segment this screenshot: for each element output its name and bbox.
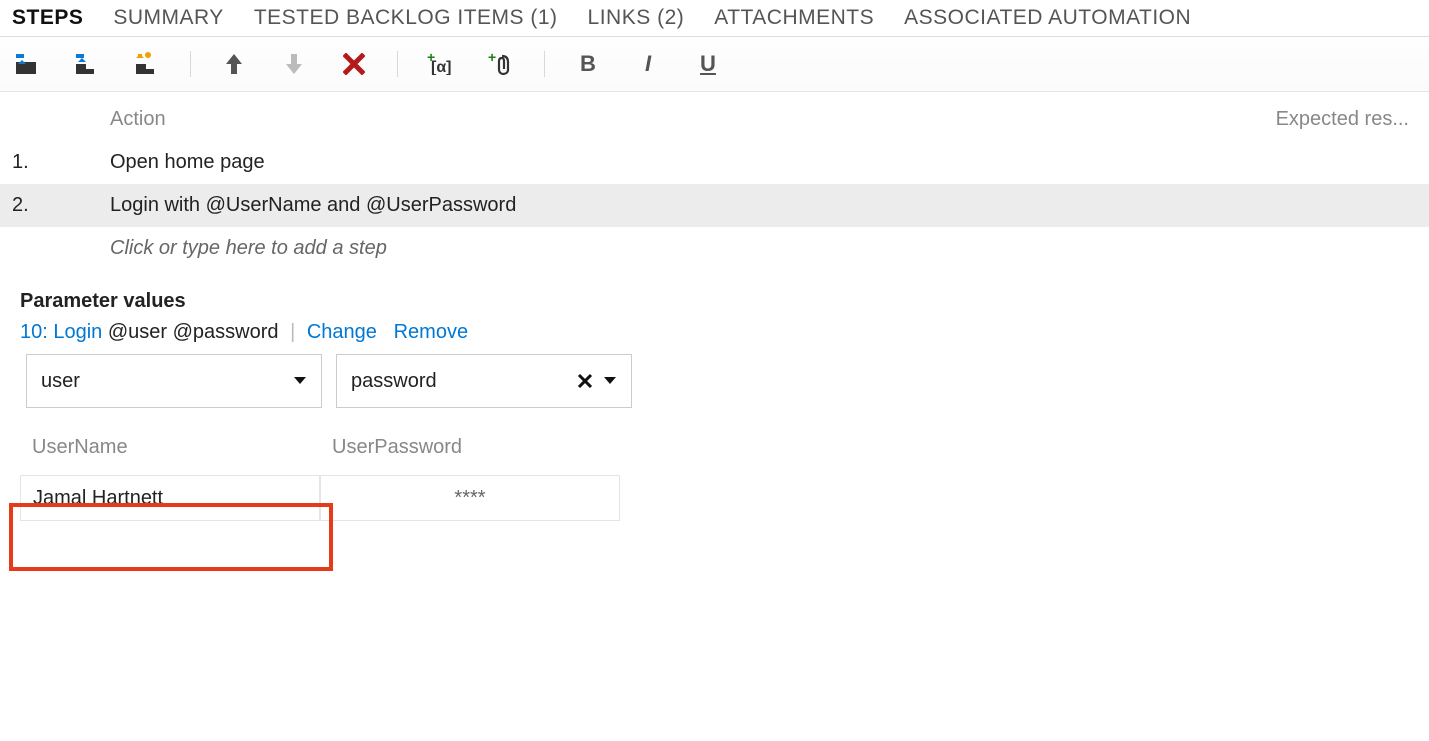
tab-steps[interactable]: STEPS <box>12 6 83 30</box>
step-row[interactable]: 2. Login with @UserName and @UserPasswor… <box>0 184 1429 227</box>
tab-backlog[interactable]: TESTED BACKLOG ITEMS (1) <box>254 6 558 30</box>
password-param-select[interactable]: password <box>336 354 632 408</box>
parameter-title: Parameter values <box>20 290 1409 313</box>
col-action-header: Action <box>102 108 1217 131</box>
insert-step-icon[interactable] <box>10 49 44 79</box>
chevron-down-icon <box>293 376 307 386</box>
user-param-select-label: user <box>41 370 80 393</box>
steps-header: Action Expected res... <box>0 92 1429 141</box>
shared-param-link[interactable]: 10: Login <box>20 321 102 343</box>
svg-text:[α]: [α] <box>431 59 452 75</box>
add-step-placeholder[interactable]: Click or type here to add a step <box>0 227 1429 276</box>
insert-step-before-icon[interactable] <box>70 49 104 79</box>
tab-attachments[interactable]: ATTACHMENTS <box>714 6 874 30</box>
parameter-table-row[interactable]: Jamal Hartnett **** <box>20 475 1409 521</box>
parameter-mapping-row: user password <box>20 354 1409 408</box>
move-up-icon[interactable] <box>217 49 251 79</box>
toolbar-separator <box>544 51 545 77</box>
step-action[interactable]: Login with @UserName and @UserPassword <box>102 194 1417 217</box>
toolbar-separator <box>397 51 398 77</box>
col-number <box>12 108 102 131</box>
remove-link[interactable]: Remove <box>394 321 468 343</box>
shared-param-args: @user @password <box>108 321 279 343</box>
insert-shared-step-icon[interactable] <box>130 49 164 79</box>
parameter-section: Parameter values 10: Login @user @passwo… <box>0 276 1429 535</box>
italic-button[interactable]: I <box>631 49 665 79</box>
clear-icon[interactable] <box>577 373 593 389</box>
toolbar-separator <box>190 51 191 77</box>
tabs-bar: STEPS SUMMARY TESTED BACKLOG ITEMS (1) L… <box>0 0 1429 37</box>
step-number: 1. <box>12 151 102 174</box>
add-attachment-icon[interactable]: + <box>484 49 518 79</box>
tab-links[interactable]: LINKS (2) <box>588 6 685 30</box>
password-param-select-label: password <box>351 370 437 393</box>
add-parameter-icon[interactable]: + [α] <box>424 49 458 79</box>
step-action[interactable]: Open home page <box>102 151 1417 174</box>
col-userpassword: UserPassword <box>320 436 620 459</box>
delete-icon[interactable] <box>337 49 371 79</box>
step-number: 2. <box>12 194 102 217</box>
svg-text:+: + <box>488 52 496 65</box>
parameter-table: UserName UserPassword Jamal Hartnett ***… <box>20 430 1409 521</box>
toolbar: + [α] + B I U <box>0 37 1429 92</box>
col-expected-header: Expected res... <box>1217 108 1417 131</box>
user-param-select[interactable]: user <box>26 354 322 408</box>
step-row[interactable]: 1. Open home page <box>0 141 1429 184</box>
cell-username[interactable]: Jamal Hartnett <box>20 475 320 521</box>
parameter-link-line: 10: Login @user @password | Change Remov… <box>20 321 1409 344</box>
col-username: UserName <box>20 436 320 459</box>
tab-automation[interactable]: ASSOCIATED AUTOMATION <box>904 6 1191 30</box>
parameter-table-header: UserName UserPassword <box>20 430 1409 465</box>
tab-summary[interactable]: SUMMARY <box>113 6 223 30</box>
cell-userpassword[interactable]: **** <box>320 475 620 521</box>
move-down-icon[interactable] <box>277 49 311 79</box>
pipe-separator: | <box>290 321 295 343</box>
bold-button[interactable]: B <box>571 49 605 79</box>
change-link[interactable]: Change <box>307 321 377 343</box>
underline-button[interactable]: U <box>691 49 725 79</box>
chevron-down-icon <box>603 376 617 386</box>
